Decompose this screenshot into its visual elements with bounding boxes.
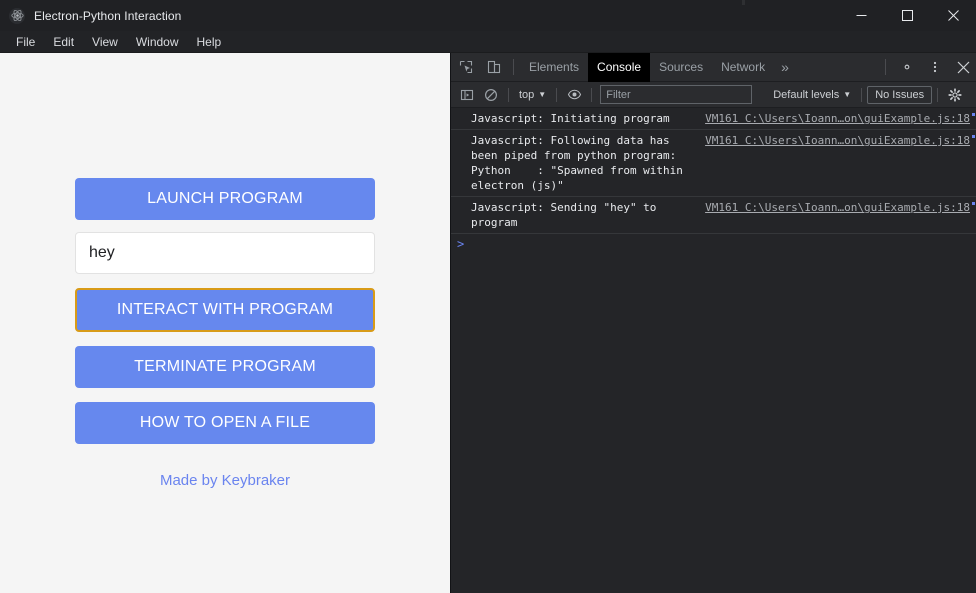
log-levels-dropdown[interactable]: Default levels ▼ [768, 87, 856, 103]
devtools-tabbar: Elements Console Sources Network » [451, 52, 976, 82]
console-message-text: Javascript: Sending "hey" to program [471, 201, 664, 229]
maximize-icon[interactable] [884, 0, 930, 31]
background-window-artifact [742, 0, 874, 5]
titlebar: Electron-Python Interaction [0, 0, 976, 31]
execution-context-label: top [519, 88, 535, 101]
log-levels-label: Default levels [773, 88, 840, 101]
console-filterbar: top ▼ Default levels ▼ No Issues [451, 82, 976, 108]
console-output[interactable]: Javascript: Initiating program VM161 C:\… [451, 108, 976, 593]
chevron-down-icon: ▼ [538, 89, 547, 99]
how-to-open-a-file-button[interactable]: HOW TO OPEN A FILE [75, 402, 375, 444]
filterbar-divider-1 [508, 87, 509, 102]
devtools-pane: Elements Console Sources Network » top ▼… [450, 52, 976, 593]
toolbar-divider [513, 59, 514, 75]
filterbar-divider-2 [556, 87, 558, 102]
window-title: Electron-Python Interaction [34, 8, 182, 23]
execution-context-dropdown[interactable]: top ▼ [514, 87, 551, 103]
clear-console-icon[interactable] [479, 85, 503, 105]
tab-elements[interactable]: Elements [520, 53, 588, 82]
menu-item-view[interactable]: View [83, 33, 127, 51]
launch-program-button[interactable]: LAUNCH PROGRAM [75, 178, 375, 220]
filterbar-divider-3 [591, 87, 593, 102]
device-toolbar-icon[interactable] [481, 55, 507, 79]
console-message-marker [972, 135, 975, 138]
credit-link[interactable]: Made by Keybraker [160, 472, 290, 489]
menu-item-file[interactable]: File [7, 33, 44, 51]
console-message[interactable]: Javascript: Sending "hey" to program VM1… [451, 197, 976, 234]
electron-atom-icon [9, 7, 25, 24]
console-settings-gear-icon[interactable] [943, 85, 967, 105]
electron-app-window: Electron-Python Interaction File Edit Vi… [0, 0, 976, 593]
tab-console[interactable]: Console [588, 52, 651, 82]
live-expression-eye-icon[interactable] [562, 85, 586, 105]
close-icon[interactable] [930, 0, 976, 31]
program-input-field[interactable] [75, 232, 375, 274]
chevron-down-icon: ▼ [843, 89, 852, 99]
console-message-text: Javascript: Following data has been pipe… [471, 134, 690, 192]
renderer-pane: LAUNCH PROGRAM INTERACT WITH PROGRAM TER… [0, 53, 450, 593]
body-split: LAUNCH PROGRAM INTERACT WITH PROGRAM TER… [0, 52, 976, 593]
console-message[interactable]: Javascript: Following data has been pipe… [451, 130, 976, 197]
console-prompt[interactable]: > [451, 234, 976, 254]
menu-item-window[interactable]: Window [127, 33, 188, 51]
more-vertical-icon[interactable] [922, 55, 948, 79]
more-tabs-chevron-icon[interactable]: » [774, 53, 796, 82]
terminate-program-button[interactable]: TERMINATE PROGRAM [75, 346, 375, 388]
gear-icon[interactable] [894, 55, 920, 79]
prompt-chevron-icon: > [457, 237, 465, 251]
devtools-toolbar-right [879, 55, 976, 79]
filterbar-divider-5 [937, 87, 939, 102]
menu-item-help[interactable]: Help [188, 33, 231, 51]
console-sidebar-icon[interactable] [455, 85, 479, 105]
menubar: File Edit View Window Help [0, 31, 976, 53]
console-message[interactable]: Javascript: Initiating program VM161 C:\… [451, 108, 976, 130]
console-filter-input[interactable] [600, 85, 753, 104]
interact-with-program-button[interactable]: INTERACT WITH PROGRAM [75, 288, 375, 332]
console-message-text: Javascript: Initiating program [471, 112, 670, 125]
console-message-source-link[interactable]: VM161 C:\Users\Ioann…on\guiExample.js:18 [705, 200, 976, 215]
tab-sources[interactable]: Sources [650, 53, 712, 82]
console-message-marker [972, 113, 975, 116]
console-message-marker [972, 202, 975, 205]
toolbar-divider-right [885, 59, 886, 75]
issues-status-badge[interactable]: No Issues [867, 85, 933, 104]
inspect-element-icon[interactable] [453, 55, 479, 79]
tab-network[interactable]: Network [712, 53, 774, 82]
filterbar-divider-4 [861, 87, 863, 102]
devtools-close-icon[interactable] [950, 55, 976, 79]
console-message-source-link[interactable]: VM161 C:\Users\Ioann…on\guiExample.js:18 [705, 133, 976, 148]
console-message-source-link[interactable]: VM161 C:\Users\Ioann…on\guiExample.js:18 [705, 111, 976, 126]
menu-item-edit[interactable]: Edit [44, 33, 83, 51]
